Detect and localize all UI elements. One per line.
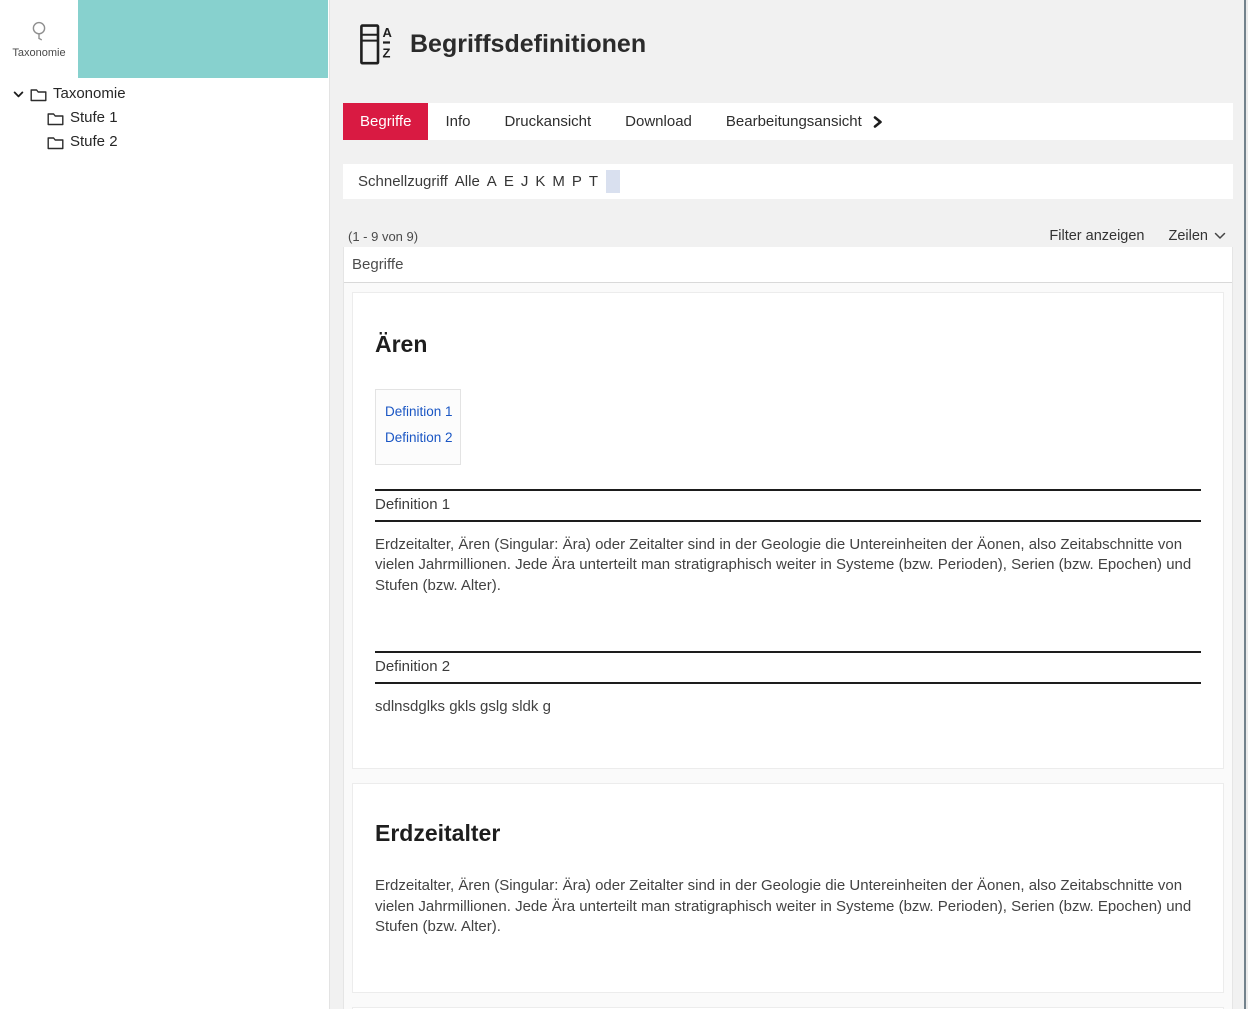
definition-toc: Definition 1 Definition 2 [375, 389, 461, 465]
quick-access-letter-p[interactable]: P [572, 173, 582, 190]
rows-dropdown-label: Zeilen [1169, 228, 1209, 244]
definition-heading: Definition 2 [375, 651, 1201, 684]
tree-node-taxonomie[interactable]: Taxonomie [0, 82, 329, 106]
definition-text: Erdzeitalter, Ären (Singular: Ära) oder … [375, 535, 1201, 597]
tab-label: Bearbeitungsansicht [726, 113, 862, 130]
tree-node-stufe-1[interactable]: Stufe 1 [0, 106, 329, 130]
tab-label: Begriffe [360, 113, 411, 130]
az-book-icon: A Z [360, 24, 396, 65]
results-count: (1 - 9 von 9) [348, 229, 418, 244]
sidebar-header-block [78, 0, 328, 78]
folder-icon [30, 87, 47, 102]
toc-link-definition-1[interactable]: Definition 1 [385, 399, 453, 425]
tab-begriffe[interactable]: Begriffe [343, 103, 428, 140]
tab-label: Info [445, 113, 470, 130]
entry-title: Erdzeitalter [375, 784, 1201, 848]
tab-bearbeitungsansicht[interactable]: Bearbeitungsansicht [709, 103, 901, 140]
list-item-aeren: Ären Definition 1 Definition 2 Definitio… [352, 292, 1224, 769]
definition-section-1: Definition 1 Erdzeitalter, Ären (Singula… [375, 489, 1201, 597]
tab-label: Download [625, 113, 692, 130]
sidebar-tab-taxonomie[interactable]: Taxonomie [0, 0, 78, 78]
chevron-down-icon[interactable] [11, 88, 26, 101]
toc-link-definition-2[interactable]: Definition 2 [385, 425, 453, 451]
tree-icon [28, 20, 50, 42]
chevron-right-icon [871, 115, 884, 129]
quick-access-highlight [606, 170, 620, 193]
quick-access-letter-a[interactable]: A [487, 173, 497, 190]
svg-text:A: A [383, 25, 393, 40]
scrollbar-thumb[interactable] [1244, 0, 1246, 1009]
tree-node-label: Stufe 2 [70, 130, 118, 154]
quick-access-letter-k[interactable]: K [535, 173, 545, 190]
page-header: A Z Begriffsdefinitionen [360, 24, 646, 65]
page-title: Begriffsdefinitionen [410, 30, 646, 59]
list-item-erdzeitalter: Erdzeitalter Erdzeitalter, Ären (Singula… [352, 783, 1224, 993]
rows-dropdown[interactable]: Zeilen [1169, 228, 1227, 244]
tree-node-stufe-2[interactable]: Stufe 2 [0, 130, 329, 154]
folder-icon [47, 135, 64, 150]
definition-section-2: Definition 2 sdlnsdglks gkls gslg sldk g [375, 651, 1201, 718]
svg-text:Z: Z [383, 46, 391, 61]
quick-access-letter-e[interactable]: E [504, 173, 514, 190]
sidebar-tab-label: Taxonomie [12, 47, 65, 59]
quick-access-alle[interactable]: Alle [455, 173, 480, 190]
app-window: Taxonomie Taxonomie [0, 0, 1248, 1009]
quick-access-letter-m[interactable]: M [552, 173, 565, 190]
tree-node-label: Stufe 1 [70, 106, 118, 130]
quick-access-letter-t[interactable]: T [589, 173, 598, 190]
quick-access-letter-j[interactable]: J [521, 173, 529, 190]
taxonomy-tree: Taxonomie Stufe 1 Stufe 2 [0, 82, 329, 154]
tab-druckansicht[interactable]: Druckansicht [487, 103, 608, 140]
results-list: Ären Definition 1 Definition 2 Definitio… [344, 283, 1232, 1009]
definition-text: sdlnsdglks gkls gslg sldk g [375, 697, 1201, 718]
column-header-begriffe: Begriffe [344, 247, 1232, 283]
tree-node-label: Taxonomie [53, 82, 126, 106]
quick-access-bar: Schnellzugriff Alle A E J K M P T [343, 164, 1233, 199]
filter-toggle[interactable]: Filter anzeigen [1049, 228, 1144, 244]
main-content: A Z Begriffsdefinitionen Begriffe Info D… [330, 0, 1248, 1009]
results-bar: (1 - 9 von 9) Filter anzeigen Zeilen [343, 227, 1233, 245]
definition-heading: Definition 1 [375, 489, 1201, 522]
quick-access-label: Schnellzugriff [358, 173, 448, 190]
entry-title: Ären [375, 293, 1201, 359]
tab-download[interactable]: Download [608, 103, 709, 140]
definition-text: Erdzeitalter, Ären (Singular: Ära) oder … [375, 876, 1201, 938]
sidebar: Taxonomie Taxonomie [0, 0, 330, 1009]
tabbar: Begriffe Info Druckansicht Download Bear… [343, 103, 1233, 140]
results-panel: Begriffe Ären Definition 1 Definition 2 … [343, 247, 1233, 1009]
tab-label: Druckansicht [504, 113, 591, 130]
tab-info[interactable]: Info [428, 103, 487, 140]
chevron-down-icon [1214, 232, 1226, 240]
folder-icon [47, 111, 64, 126]
